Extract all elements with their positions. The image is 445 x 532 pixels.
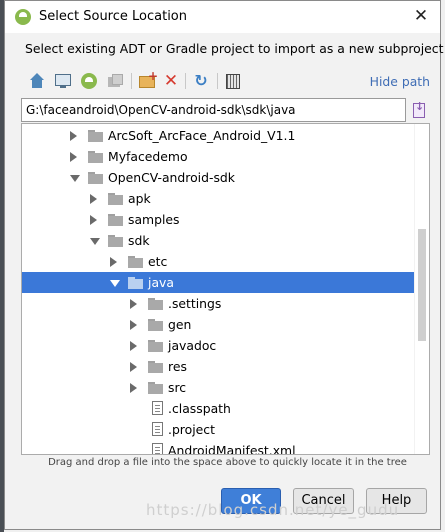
folder-icon	[148, 340, 164, 352]
chevron-right-icon[interactable]	[130, 320, 137, 330]
tree-folder-row[interactable]: OpenCV-android-sdk	[22, 167, 429, 188]
tree-item-label: res	[168, 359, 187, 374]
tree-folder-row[interactable]: gen	[22, 314, 429, 335]
chevron-right-icon[interactable]	[110, 257, 117, 267]
dialog-description: Select existing ADT or Gradle project to…	[25, 41, 444, 56]
chevron-down-icon[interactable]	[70, 175, 80, 182]
folder-icon	[148, 298, 164, 310]
toolbar-separator	[217, 73, 218, 89]
tree-item-label: apk	[128, 191, 151, 206]
window-title: Select Source Location	[39, 9, 188, 24]
drag-drop-hint: Drag and drop a file into the space abov…	[48, 457, 407, 468]
new-folder-icon[interactable]	[139, 69, 158, 89]
path-input[interactable]	[21, 98, 406, 122]
title-bar: Select Source Location ✕	[5, 1, 440, 33]
tree-item-label: src	[168, 380, 187, 395]
chevron-right-icon[interactable]	[130, 299, 137, 309]
folder-icon	[148, 382, 164, 394]
tree-folder-row[interactable]: Myfacedemo	[22, 146, 429, 167]
tree-folder-row[interactable]: javadoc	[22, 335, 429, 356]
tree-item-label: samples	[128, 212, 180, 227]
tree-file-row[interactable]: .project	[22, 419, 429, 440]
file-icon	[152, 401, 163, 415]
tree-item-label: etc	[148, 254, 168, 269]
tree-folder-row[interactable]: etc	[22, 251, 429, 272]
file-tree[interactable]: AndroidManifest.xml .project .classpath src…	[21, 123, 430, 455]
select-source-location-dialog: Select Source Location ✕ Select existing…	[4, 0, 444, 530]
chevron-down-icon[interactable]	[90, 238, 100, 245]
tree-file-row[interactable]: .classpath	[22, 398, 429, 419]
chevron-right-icon[interactable]	[70, 152, 77, 162]
folder-icon	[88, 172, 104, 184]
tree-item-label: Myfacedemo	[108, 149, 188, 164]
toolbar: ✕ ↻ Hide path	[21, 69, 430, 93]
watermark: https://blog.csdn.net/ye_gudu	[146, 501, 400, 519]
tree-item-label: sdk	[128, 233, 150, 248]
tree-item-label: .settings	[168, 296, 222, 311]
chevron-right-icon[interactable]	[90, 215, 97, 225]
chevron-right-icon[interactable]	[130, 341, 137, 351]
tree-folder-row[interactable]: samples	[22, 209, 429, 230]
folder-icon	[88, 151, 104, 163]
tree-item-label: .classpath	[168, 401, 231, 416]
tree-folder-row[interactable]: .settings	[22, 293, 429, 314]
tree-file-row[interactable]: AndroidManifest.xml	[22, 440, 429, 455]
tree-item-label: OpenCV-android-sdk	[108, 170, 235, 185]
folder-icon	[88, 130, 104, 142]
chevron-right-icon[interactable]	[70, 131, 77, 141]
chevron-right-icon[interactable]	[90, 194, 97, 204]
folder-icon	[148, 361, 164, 373]
refresh-icon[interactable]: ↻	[193, 73, 209, 89]
home-icon[interactable]	[29, 73, 45, 89]
tree-item-label: javadoc	[168, 338, 217, 353]
close-button[interactable]: ✕	[412, 6, 430, 26]
tree-folder-row[interactable]: sdk	[22, 230, 429, 251]
folder-icon	[128, 277, 144, 289]
tree-item-label: AndroidManifest.xml	[168, 443, 296, 455]
delete-icon[interactable]: ✕	[163, 73, 179, 90]
folder-icon	[148, 319, 164, 331]
tree-folder-row[interactable]: java	[22, 272, 429, 293]
scrollbar-thumb[interactable]	[418, 229, 426, 341]
file-icon	[152, 443, 163, 454]
file-icon	[152, 422, 163, 436]
tree-item-label: .project	[168, 422, 215, 437]
desktop-icon[interactable]	[55, 73, 71, 89]
path-row	[21, 98, 430, 122]
android-icon[interactable]	[81, 73, 97, 89]
toolbar-separator	[131, 73, 132, 89]
hide-path-link[interactable]: Hide path	[370, 74, 430, 89]
tree-folder-row[interactable]: src	[22, 377, 429, 398]
chevron-down-icon[interactable]	[110, 280, 120, 287]
folder-icon	[108, 193, 124, 205]
folder-icon	[108, 214, 124, 226]
chevron-right-icon[interactable]	[130, 383, 137, 393]
tree-scrollbar[interactable]	[414, 124, 429, 454]
show-hidden-icon[interactable]	[225, 73, 241, 89]
tree-item-label: gen	[168, 317, 192, 332]
module-icon[interactable]	[107, 73, 123, 89]
tree-item-label: ArcSoft_ArcFace_Android_V1.1	[108, 128, 296, 143]
android-studio-icon	[15, 9, 31, 25]
tree-folder-row[interactable]: ArcSoft_ArcFace_Android_V1.1	[22, 125, 429, 146]
path-history-icon[interactable]	[412, 100, 428, 119]
toolbar-separator	[185, 73, 186, 89]
tree-folder-row[interactable]: apk	[22, 188, 429, 209]
chevron-right-icon[interactable]	[130, 362, 137, 372]
folder-icon	[108, 235, 124, 247]
tree-folder-row[interactable]: res	[22, 356, 429, 377]
folder-icon	[128, 256, 144, 268]
tree-item-label: java	[148, 275, 174, 290]
